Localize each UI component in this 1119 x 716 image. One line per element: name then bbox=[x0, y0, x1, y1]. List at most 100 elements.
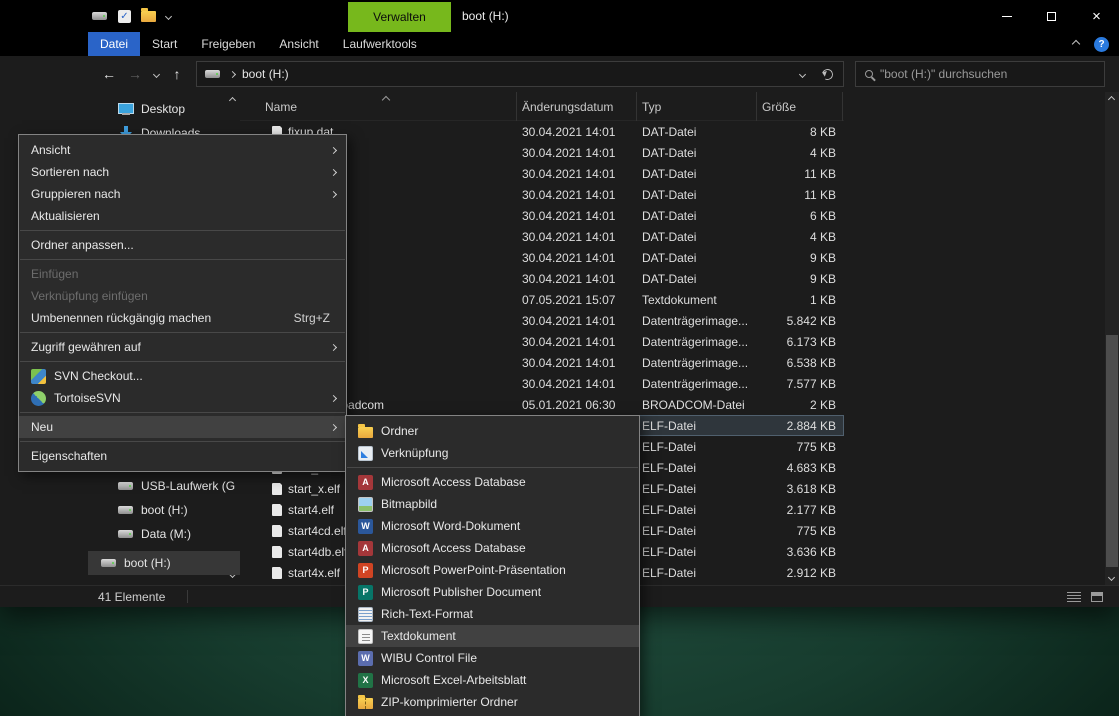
collapse-ribbon-icon[interactable] bbox=[1072, 40, 1080, 48]
sidebar-item[interactable]: Desktop bbox=[88, 97, 240, 121]
contextual-tab-header[interactable]: Verwalten bbox=[348, 2, 451, 32]
search-box[interactable] bbox=[855, 61, 1105, 87]
menu-item[interactable]: Eigenschaften bbox=[19, 445, 346, 467]
file-icon bbox=[272, 483, 282, 495]
item-count: 41 Elemente bbox=[98, 590, 165, 604]
sidebar-item[interactable]: boot (H:) bbox=[88, 551, 240, 575]
menu-item[interactable]: Rich-Text-Format bbox=[346, 603, 639, 625]
excel-icon bbox=[358, 673, 373, 688]
forward-button[interactable]: → bbox=[122, 66, 148, 82]
tab-laufwerktools[interactable]: Laufwerktools bbox=[331, 32, 429, 56]
menu-item[interactable]: SVN Checkout... bbox=[19, 365, 346, 387]
menu-item[interactable]: Ordner bbox=[346, 420, 639, 442]
window-title: boot (H:) bbox=[462, 0, 509, 32]
column-header-name[interactable]: Name bbox=[240, 92, 517, 121]
menu-item[interactable]: Microsoft Access Database bbox=[346, 537, 639, 559]
file-modified-date: 30.04.2021 14:01 bbox=[517, 230, 637, 244]
tab-freigeben[interactable]: Freigeben bbox=[189, 32, 267, 56]
sort-ascending-icon bbox=[382, 96, 390, 104]
file-size: 5.842 KB bbox=[757, 314, 843, 328]
menu-item-label: Microsoft Access Database bbox=[381, 475, 526, 489]
menu-item[interactable]: Gruppieren nach bbox=[19, 183, 346, 205]
icons-view-icon[interactable] bbox=[1091, 592, 1103, 602]
file-type: DAT-Datei bbox=[637, 167, 757, 181]
word-icon bbox=[358, 519, 373, 534]
tab-ansicht[interactable]: Ansicht bbox=[267, 32, 330, 56]
menu-item[interactable]: TortoiseSVN bbox=[19, 387, 346, 409]
refresh-icon[interactable] bbox=[820, 67, 834, 81]
menu-item: Verknüpfung einfügen bbox=[19, 285, 346, 307]
recent-locations-icon[interactable] bbox=[148, 72, 164, 77]
scrollbar[interactable] bbox=[1105, 92, 1119, 585]
new-folder-icon[interactable] bbox=[141, 11, 156, 22]
file-size: 2.177 KB bbox=[757, 503, 843, 517]
menu-item-label: TortoiseSVN bbox=[54, 391, 121, 405]
search-icon bbox=[865, 70, 873, 78]
menu-item-label: Ordner bbox=[381, 424, 418, 438]
menu-separator bbox=[20, 412, 345, 413]
sidebar-item[interactable]: USB-Laufwerk (G bbox=[88, 474, 240, 498]
tab-start[interactable]: Start bbox=[140, 32, 189, 56]
menu-item[interactable]: Microsoft PowerPoint-Präsentation bbox=[346, 559, 639, 581]
file-type: ELF-Datei bbox=[637, 524, 757, 538]
back-button[interactable]: ← bbox=[96, 66, 122, 82]
scrollbar-thumb[interactable] bbox=[1106, 335, 1118, 567]
menu-item-label: Verknüpfung einfügen bbox=[31, 289, 148, 303]
column-header-type[interactable]: Typ bbox=[637, 92, 757, 121]
file-name: start_x.elf bbox=[288, 482, 340, 496]
help-icon[interactable]: ? bbox=[1094, 37, 1109, 52]
menu-item[interactable]: Microsoft Publisher Document bbox=[346, 581, 639, 603]
scroll-down-icon[interactable] bbox=[1108, 574, 1115, 581]
menu-item[interactable]: Verknüpfung bbox=[346, 442, 639, 464]
menu-item[interactable]: Sortieren nach bbox=[19, 161, 346, 183]
column-header-date[interactable]: Änderungsdatum bbox=[517, 92, 637, 121]
menu-item[interactable]: Microsoft Access Database bbox=[346, 471, 639, 493]
file-size: 2 KB bbox=[757, 398, 843, 412]
menu-item[interactable]: ZIP-komprimierter Ordner bbox=[346, 691, 639, 713]
menu-item[interactable]: Microsoft Word-Dokument bbox=[346, 515, 639, 537]
tab-datei[interactable]: Datei bbox=[88, 32, 140, 56]
sidebar-item[interactable]: boot (H:) bbox=[88, 498, 240, 522]
qat-chevron-down-icon[interactable] bbox=[165, 12, 172, 19]
menu-item[interactable]: Microsoft Excel-Arbeitsblatt bbox=[346, 669, 639, 691]
minimize-button[interactable] bbox=[984, 0, 1029, 32]
address-dropdown-icon[interactable] bbox=[799, 70, 806, 77]
close-button[interactable]: × bbox=[1074, 0, 1119, 32]
address-bar[interactable]: boot (H:) bbox=[196, 61, 844, 87]
ribbon-right-controls: ? bbox=[1073, 32, 1109, 56]
breadcrumb-chevron-icon[interactable] bbox=[229, 70, 236, 77]
menu-item[interactable]: Textdokument bbox=[346, 625, 639, 647]
up-button[interactable]: ↑ bbox=[164, 66, 190, 82]
sidebar-item[interactable]: Data (M:) bbox=[88, 522, 240, 546]
access-icon bbox=[358, 475, 373, 490]
file-type: Datenträgerimage... bbox=[637, 356, 757, 370]
file-modified-date: 30.04.2021 14:01 bbox=[517, 251, 637, 265]
menu-item[interactable]: Aktualisieren bbox=[19, 205, 346, 227]
submenu-arrow-icon bbox=[330, 168, 337, 175]
file-modified-date: 30.04.2021 14:01 bbox=[517, 167, 637, 181]
details-view-icon[interactable] bbox=[1067, 592, 1081, 602]
search-input[interactable] bbox=[880, 67, 1095, 81]
menu-item[interactable]: Ordner anpassen... bbox=[19, 234, 346, 256]
menu-item[interactable]: Umbenennen rückgängig machenStrg+Z bbox=[19, 307, 346, 329]
column-header-size[interactable]: Größe bbox=[757, 92, 843, 121]
drive-icon[interactable] bbox=[92, 8, 108, 24]
menu-item[interactable]: Zugriff gewähren auf bbox=[19, 336, 346, 358]
menu-item-label: Ansicht bbox=[31, 143, 70, 157]
file-type: DAT-Datei bbox=[637, 272, 757, 286]
svn-checkout-icon bbox=[31, 369, 46, 384]
maximize-button[interactable] bbox=[1029, 0, 1074, 32]
tortoisesvn-icon bbox=[31, 391, 46, 406]
menu-item[interactable]: Ansicht bbox=[19, 139, 346, 161]
menu-item-label: Microsoft Access Database bbox=[381, 541, 526, 555]
file-type: ELF-Datei bbox=[637, 566, 757, 580]
file-type: DAT-Datei bbox=[637, 146, 757, 160]
breadcrumb[interactable]: boot (H:) bbox=[242, 67, 289, 81]
file-modified-date: 30.04.2021 14:01 bbox=[517, 356, 637, 370]
properties-check-icon[interactable] bbox=[118, 10, 131, 23]
menu-item[interactable]: WIBU Control File bbox=[346, 647, 639, 669]
menu-item[interactable]: Bitmapbild bbox=[346, 493, 639, 515]
menu-item[interactable]: Neu bbox=[19, 416, 346, 438]
scroll-up-icon[interactable] bbox=[1108, 96, 1115, 103]
folder-icon bbox=[358, 427, 373, 438]
